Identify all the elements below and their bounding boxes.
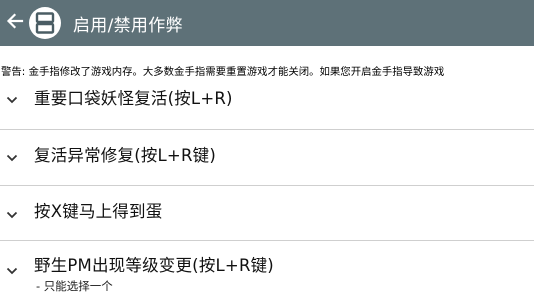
cheat-name: 野生PM出现等级变更(按L+R键)	[34, 256, 274, 275]
app-bar: 启用/禁用作弊	[0, 0, 534, 46]
chevron-down-icon	[4, 150, 20, 166]
warning-text: 警告: 金手指修改了游戏内存。大多数金手指需要重置游戏才能关闭。如果您开启金手指…	[1, 66, 445, 78]
cheat-name: 重要口袋妖怪复活(按L+R)	[34, 89, 233, 108]
cheat-item-revive-pokemon[interactable]: 重要口袋妖怪复活(按L+R)	[0, 80, 534, 129]
chevron-down-icon	[4, 207, 20, 223]
cheat-item-get-egg[interactable]: 按X键马上得到蛋	[0, 186, 534, 240]
cheat-name: 按X键马上得到蛋	[34, 202, 163, 221]
chevron-down-icon	[4, 263, 20, 279]
cheat-description: - 只能选择一个	[36, 279, 113, 293]
arrow-left-icon	[5, 11, 25, 35]
back-button[interactable]	[2, 0, 28, 46]
nintendo-ds-icon	[29, 7, 61, 39]
cheat-item-revive-fix[interactable]: 复活异常修复(按L+R键)	[0, 130, 534, 185]
page-title: 启用/禁用作弊	[73, 15, 183, 36]
cheat-item-wild-level[interactable]: 野生PM出现等级变更(按L+R键) - 只能选择一个	[0, 241, 534, 295]
cheat-name: 复活异常修复(按L+R键)	[34, 146, 216, 165]
chevron-down-icon	[4, 92, 20, 108]
